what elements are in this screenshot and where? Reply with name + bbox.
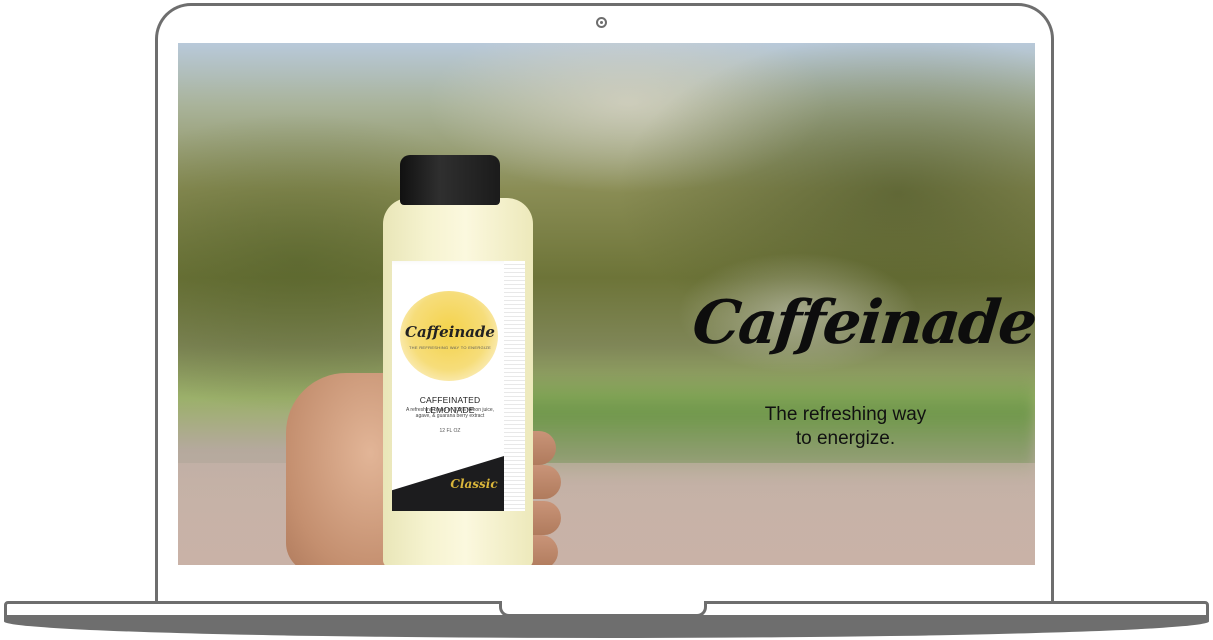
bottle-cap bbox=[400, 155, 500, 205]
hero-tagline-line1: The refreshing way bbox=[764, 404, 927, 425]
label-black-band bbox=[392, 441, 504, 511]
label-volume: 12 FL OZ bbox=[439, 428, 461, 434]
hero-tagline-line2: to energize. bbox=[795, 428, 896, 449]
label-nutrition-panel bbox=[504, 261, 525, 511]
label-description: A refreshing blend of 100% lemon juice, … bbox=[405, 407, 495, 419]
laptop-notch bbox=[499, 601, 707, 617]
webcam-icon bbox=[596, 17, 607, 28]
label-brand: Caffeinade bbox=[405, 323, 495, 341]
bottle-label: Caffeinade THE REFRESHING WAY TO ENERGIZ… bbox=[392, 261, 525, 511]
label-tagline: THE REFRESHING WAY TO ENERGIZE bbox=[408, 345, 492, 350]
hero-brand-name: Caffeinade bbox=[689, 288, 1035, 358]
hero-tagline: The refreshing way to energize. bbox=[723, 403, 968, 451]
label-variant: Classic bbox=[450, 477, 498, 491]
laptop-foot bbox=[4, 618, 1209, 638]
laptop-screen: Caffeinade THE REFRESHING WAY TO ENERGIZ… bbox=[178, 43, 1035, 565]
